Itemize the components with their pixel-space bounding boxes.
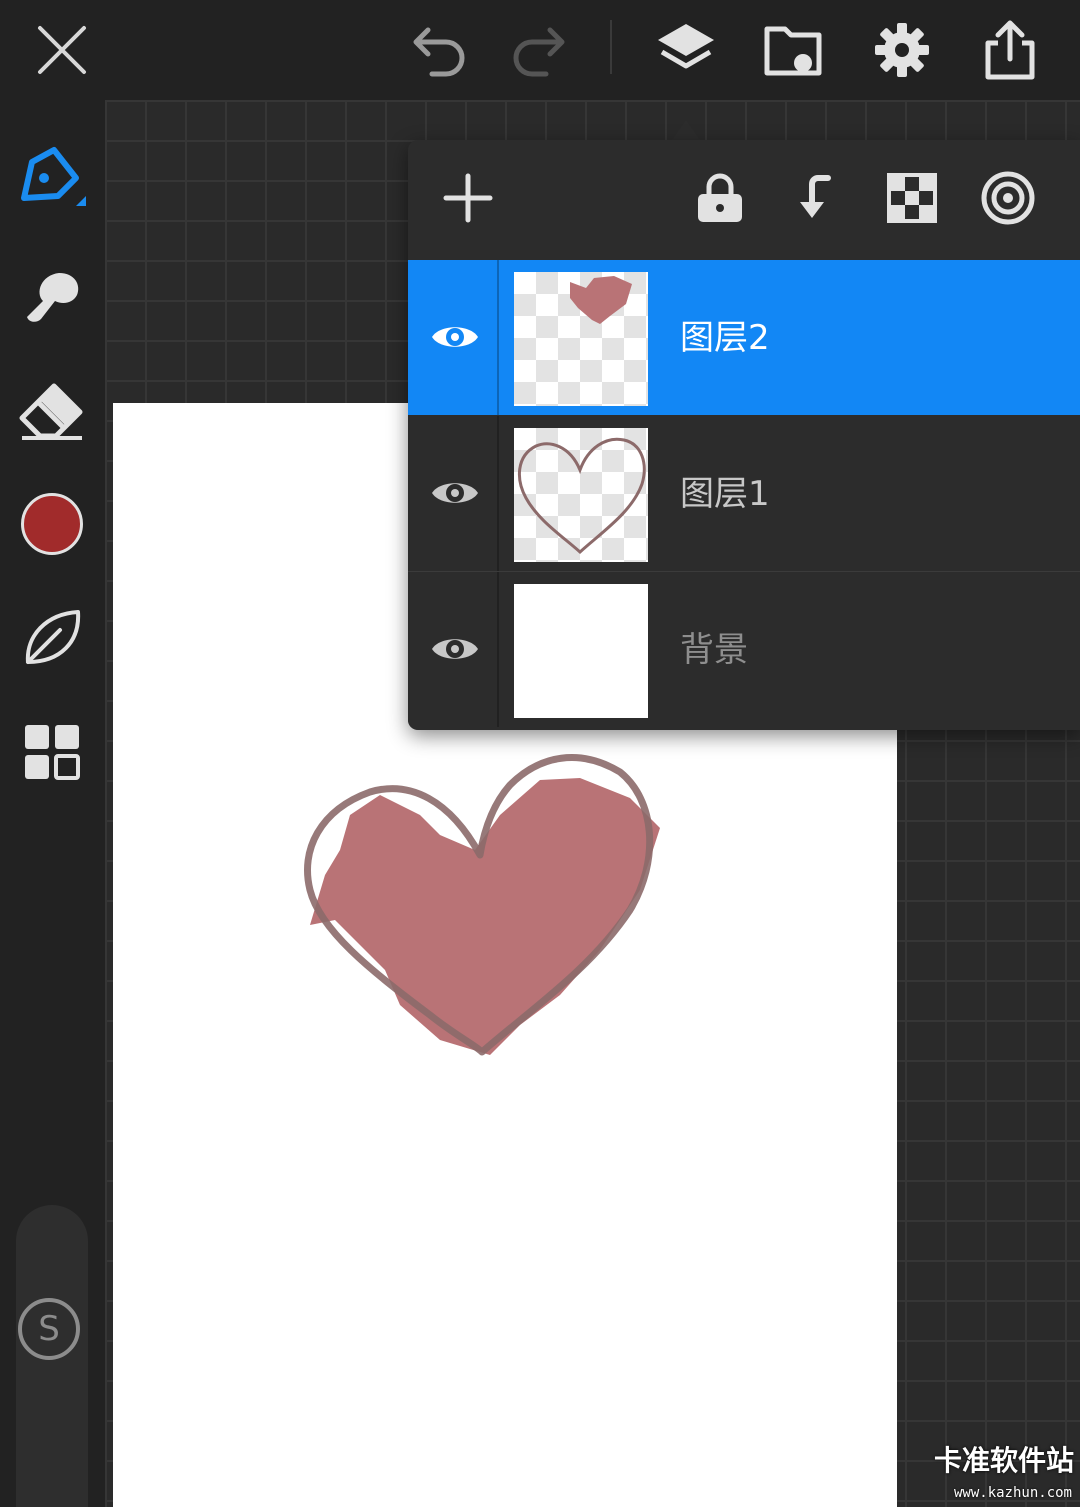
gallery-button[interactable] — [756, 12, 832, 88]
heart-fill-layer — [310, 778, 660, 1055]
leaf-brush-icon — [25, 610, 81, 664]
stabilizer-button[interactable]: S — [18, 1298, 80, 1360]
panel-pointer — [672, 120, 700, 140]
toolbar-divider — [610, 20, 612, 74]
background-name: 背景 — [680, 630, 748, 670]
gallery-icon — [764, 26, 822, 76]
smudge-tool-button[interactable] — [14, 258, 90, 334]
layer2-thumbnail — [514, 272, 648, 406]
color-swatch — [21, 493, 83, 555]
heart-drawing — [304, 754, 660, 1056]
eye-icon — [432, 483, 478, 503]
layer2-visibility-toggle[interactable] — [420, 302, 490, 372]
layer1-thumbnail — [514, 428, 648, 562]
settings-button[interactable] — [864, 12, 940, 88]
grid-menu-icon — [25, 725, 80, 780]
blend-mode-icon — [981, 171, 1035, 225]
background-thumbnail — [514, 584, 648, 718]
close-button[interactable] — [24, 12, 100, 88]
layer-row-background[interactable]: 背景 — [408, 572, 1080, 727]
heart-fill-thumb — [570, 276, 632, 324]
share-icon — [985, 20, 1035, 80]
lock-layer-button[interactable] — [684, 162, 756, 234]
blend-mode-button[interactable] — [972, 162, 1044, 234]
settings-icon — [875, 23, 929, 77]
watermark-text: 卡准软件站 — [933, 1444, 1074, 1477]
layers-button[interactable] — [648, 12, 724, 88]
layer2-name: 图层2 — [680, 318, 770, 358]
watermark-url: www.kazhun.com — [953, 1485, 1072, 1501]
layer-row-layer2[interactable]: 图层2 — [408, 260, 1080, 415]
eye-icon — [432, 639, 478, 659]
layers-panel: 图层2 图层1 背景 — [408, 140, 1080, 730]
share-button[interactable] — [972, 12, 1048, 88]
eraser-tool-button[interactable] — [14, 372, 90, 448]
layer1-name: 图层1 — [680, 474, 770, 514]
layer-divider — [497, 416, 499, 571]
transparency-lock-icon — [887, 173, 937, 223]
pen-tool-button[interactable] — [14, 140, 90, 216]
layer-divider — [497, 260, 499, 415]
lock-icon — [698, 173, 742, 222]
tools-menu-button[interactable] — [14, 714, 90, 790]
undo-icon — [413, 27, 465, 77]
layer1-visibility-toggle[interactable] — [420, 458, 490, 528]
layer-divider — [497, 572, 499, 727]
transparency-lock-button[interactable] — [876, 162, 948, 234]
layers-icon — [658, 24, 714, 69]
merge-down-icon — [800, 175, 831, 218]
pen-icon — [21, 147, 86, 206]
background-visibility-toggle[interactable] — [420, 614, 490, 684]
layers-panel-toolbar — [408, 140, 1080, 258]
brush-library-button[interactable] — [14, 600, 90, 676]
eraser-icon — [19, 383, 83, 440]
merge-down-button[interactable] — [780, 162, 852, 234]
top-toolbar — [0, 0, 1080, 100]
redo-button[interactable] — [500, 12, 576, 88]
smudge-icon — [27, 273, 79, 322]
color-button[interactable] — [14, 486, 90, 562]
close-icon — [38, 26, 86, 74]
layer-row-layer1[interactable]: 图层1 — [408, 416, 1080, 571]
undo-button[interactable] — [402, 12, 478, 88]
add-layer-button[interactable] — [432, 162, 504, 234]
redo-icon — [513, 27, 565, 77]
eye-icon — [432, 327, 478, 347]
add-layer-icon — [443, 173, 493, 223]
heart-outline-thumb — [517, 437, 646, 555]
